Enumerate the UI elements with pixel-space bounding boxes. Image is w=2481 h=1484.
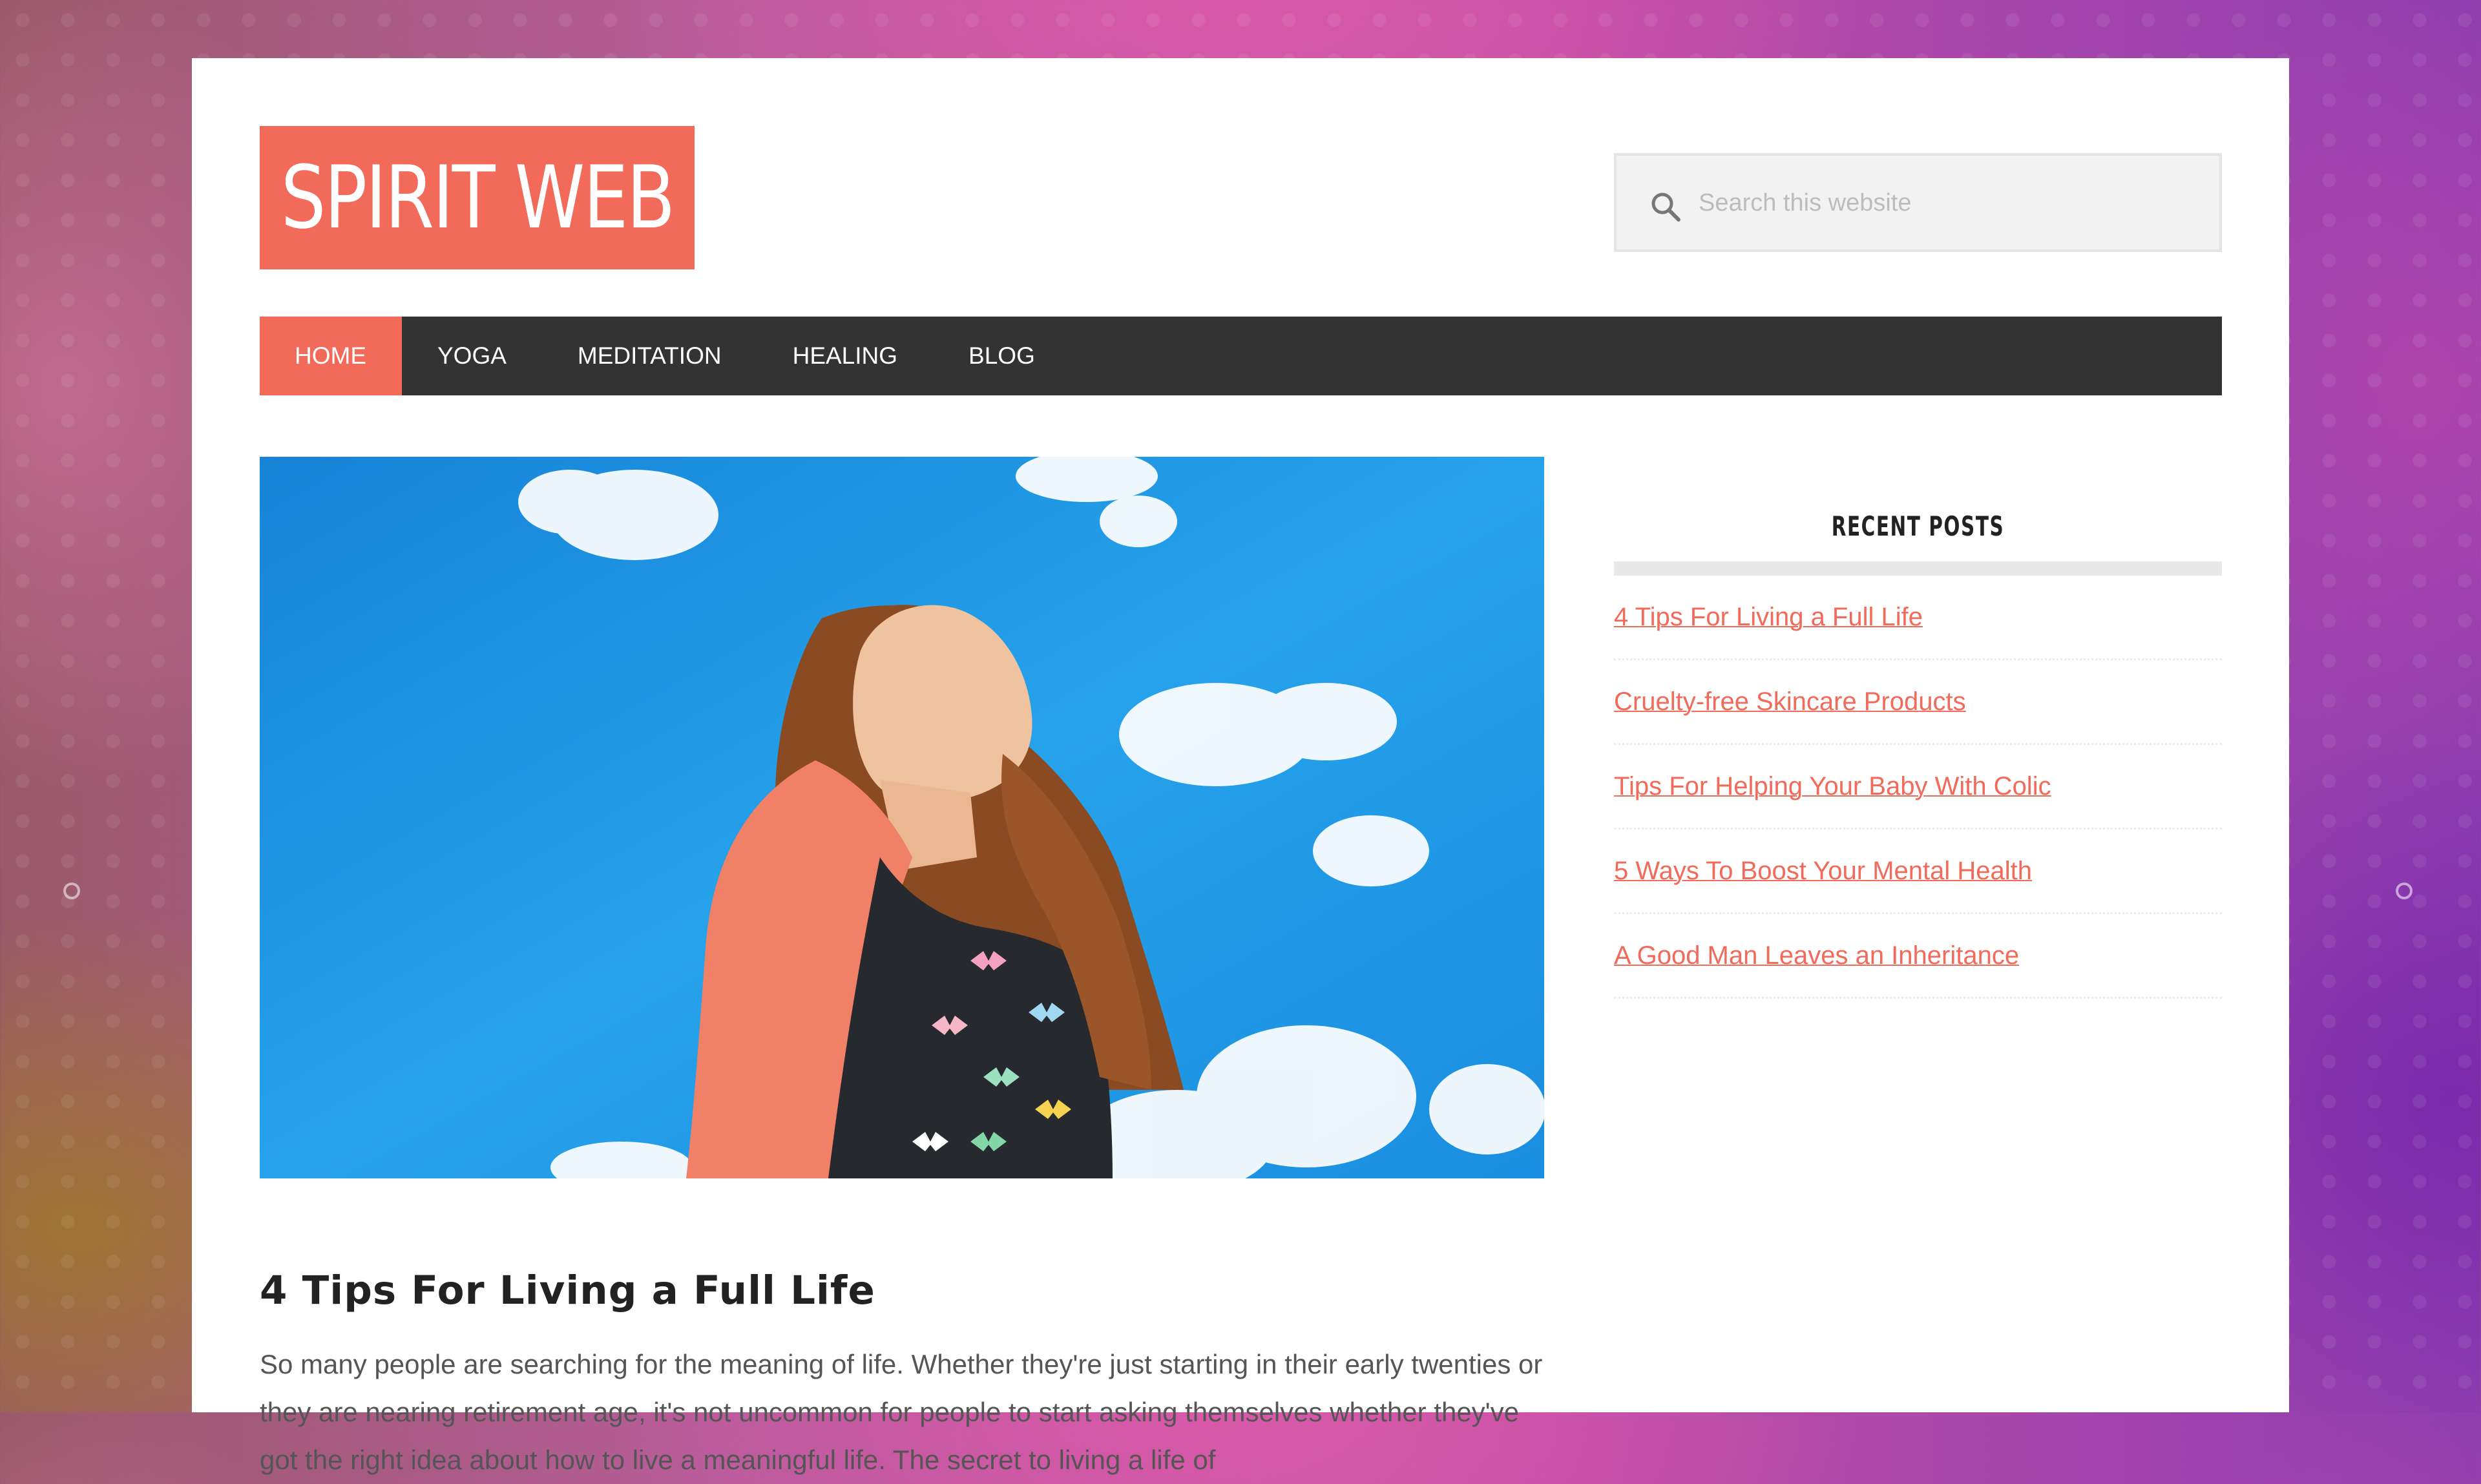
nav-item-blog[interactable]: BLOG <box>933 317 1071 395</box>
list-item: 5 Ways To Boost Your Mental Health <box>1614 830 2222 914</box>
site-logo[interactable]: SPIRIT WEB <box>260 126 695 269</box>
widget-divider <box>1614 561 2222 576</box>
recent-post-link[interactable]: 5 Ways To Boost Your Mental Health <box>1614 857 2032 886</box>
recent-post-link[interactable]: Tips For Helping Your Baby With Colic <box>1614 772 2051 801</box>
recent-posts-widget: RECENT POSTS 4 Tips For Living a Full Li… <box>1614 510 2222 999</box>
recent-post-link[interactable]: Cruelty-free Skincare Products <box>1614 687 1966 716</box>
list-item: Tips For Helping Your Baby With Colic <box>1614 745 2222 830</box>
nav-item-yoga[interactable]: YOGA <box>402 317 542 395</box>
list-item: 4 Tips For Living a Full Life <box>1614 576 2222 660</box>
background-ornament <box>63 883 80 899</box>
featured-image-illustration <box>260 457 1544 1178</box>
search-icon <box>1651 193 1680 222</box>
post-title[interactable]: 4 Tips For Living a Full Life <box>260 1268 1544 1313</box>
site-logo-text: SPIRIT WEB <box>280 147 675 248</box>
main-nav: HOME YOGA MEDITATION HEALING BLOG <box>260 317 2222 395</box>
post-excerpt: So many people are searching for the mea… <box>260 1349 1543 1475</box>
background-ornament <box>2396 883 2413 899</box>
recent-post-link[interactable]: A Good Man Leaves an Inheritance <box>1614 941 2019 970</box>
page-container: SPIRIT WEB HOME YOGA MEDITATION HEALING … <box>192 58 2289 1475</box>
search-box[interactable] <box>1614 153 2222 252</box>
recent-post-link[interactable]: 4 Tips For Living a Full Life <box>1614 603 1923 632</box>
nav-item-healing[interactable]: HEALING <box>757 317 933 395</box>
nav-item-meditation[interactable]: MEDITATION <box>542 317 757 395</box>
list-item: Cruelty-free Skincare Products <box>1614 660 2222 745</box>
recent-posts-list: 4 Tips For Living a Full Life Cruelty-fr… <box>1614 576 2222 999</box>
nav-item-home[interactable]: HOME <box>260 317 402 395</box>
search-input[interactable] <box>1697 156 2204 251</box>
list-item: A Good Man Leaves an Inheritance <box>1614 914 2222 999</box>
featured-image[interactable] <box>260 457 1544 1178</box>
widget-title: RECENT POSTS <box>1831 510 2005 542</box>
